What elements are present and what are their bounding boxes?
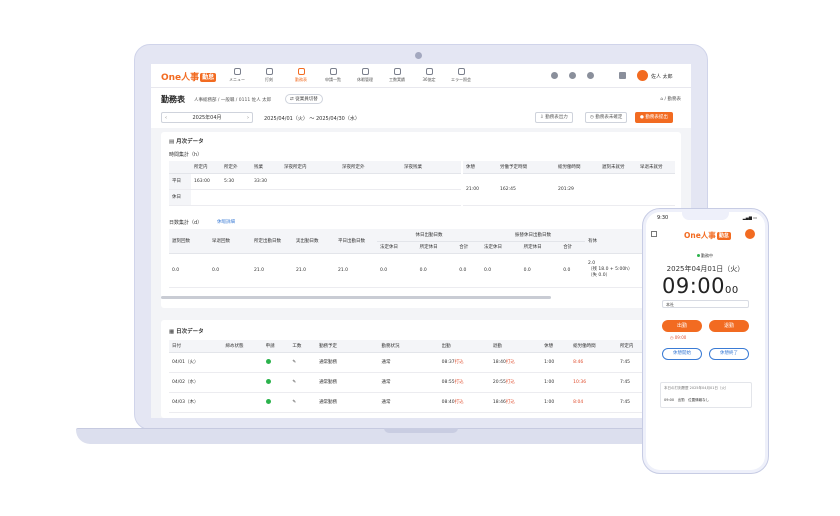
nav-menu[interactable]: メニュー: [219, 68, 255, 83]
home-icon: [361, 68, 369, 75]
table-row: 0.0 0.0 21.0 21.0 21.0 0.0 0.0 0.0 0.0 0…: [169, 253, 675, 288]
laptop-notch: [384, 428, 458, 433]
days-summary-title: 日数集計（d）: [169, 220, 203, 226]
table-row: 休日: [169, 189, 461, 206]
breadcrumb: ⌂ / 勤務表: [660, 97, 681, 102]
clock-in-time-note: ◷ 09:00: [670, 335, 687, 340]
nav-workload[interactable]: 工数実績: [379, 68, 415, 83]
location-select[interactable]: 本社: [662, 300, 749, 308]
daily-table: 日付 締め状態 申請 工数 勤務予定 勤務状況 出勤 退勤 休憩 総労働時間 所…: [169, 340, 675, 413]
nav-requests[interactable]: 申請一覧: [315, 68, 351, 83]
clock-icon: [265, 68, 273, 75]
pencil-icon[interactable]: ✎: [292, 380, 296, 385]
avatar[interactable]: [637, 70, 648, 81]
list-item: 09:00 出勤 位置情報なし: [664, 398, 710, 402]
calendar-icon: [297, 68, 305, 75]
grid-icon[interactable]: [651, 231, 657, 237]
page-header: 勤務表 人事総務部 / 一般職 / 0111 佐人 太郎 ⇄ 従業員切替 ⌂ /…: [151, 88, 691, 128]
phone-clock: 09:0000: [662, 274, 739, 298]
month-selector[interactable]: ‹ 2025年04月 ›: [161, 112, 253, 123]
clock-in-button[interactable]: 出勤: [662, 320, 702, 332]
break-start-button[interactable]: 休憩開始: [662, 348, 702, 360]
grid-icon[interactable]: [619, 72, 626, 79]
gear-icon[interactable]: [551, 72, 558, 79]
horizontal-scrollbar[interactable]: [161, 296, 551, 299]
daily-card: ▦ 日次データ 日付 締め状態 申請 工数 勤務予定 勤務状況 出勤 退勤 休憩…: [161, 320, 681, 418]
table-row: 21:00 162:45 201:29: [463, 173, 675, 206]
table-row[interactable]: 04/02（水） ✎ 通常勤務 通常 08:55打込 20:55打込 1:00 …: [169, 372, 675, 393]
home-icon[interactable]: ⌂: [660, 97, 663, 102]
laptop-screen: One人事 勤怠 メニュー 打刻 勤務表 申請一覧 休暇管理 工数実績 36協定 …: [151, 64, 691, 418]
approved-check-icon[interactable]: [265, 378, 271, 384]
nav-36-agreement[interactable]: 36協定: [411, 68, 447, 83]
phone-time: 9:30: [657, 215, 669, 221]
pencil-icon[interactable]: ✎: [292, 360, 296, 365]
phone-notch: [682, 212, 729, 220]
switch-employee-button[interactable]: ⇄ 従業員切替: [285, 94, 323, 104]
camera-icon: [415, 52, 422, 59]
page-title: 勤務表: [161, 95, 185, 104]
shield-icon: [425, 68, 433, 75]
table-row: 平日 163:00 5:30 33:30: [169, 173, 461, 190]
time-table-a: 所定内 所定外 残業 深夜所定内 深夜所定外 深夜残業 平日 163:00 5:…: [169, 161, 461, 206]
help-icon[interactable]: [587, 72, 594, 79]
monthly-section-title: ▤ 月次データ: [169, 139, 204, 145]
approved-check-icon[interactable]: [265, 358, 271, 364]
chevron-left-icon[interactable]: ‹: [165, 113, 167, 123]
document-icon: [329, 68, 337, 75]
time-table-b: 休憩 労働予定時間 総労働時間 遅刻未就労 早退未就労 21:00 162:45…: [463, 161, 675, 206]
daily-section-title: ▦ 日次データ: [169, 329, 204, 335]
days-table: 遅刻回数 早退回数 所定出勤日数 実出勤日数 平日出勤日数 休日出勤日数 振替休…: [169, 229, 675, 288]
chart-icon: [393, 68, 401, 75]
nav-timesheet[interactable]: 勤務表: [283, 68, 319, 83]
leave-detail-link[interactable]: 休暇詳細: [217, 219, 235, 225]
nav-errors[interactable]: エラー照会: [443, 68, 479, 83]
top-nav: One人事 勤怠 メニュー 打刻 勤務表 申請一覧 休暇管理 工数実績 36協定 …: [151, 64, 691, 88]
approved-check-icon[interactable]: [265, 398, 271, 404]
submit-button[interactable]: ● 勤務表提出: [635, 112, 673, 123]
alert-icon: [457, 68, 465, 75]
phone-screen: 9:30 ▂▄▆ ▭ One人事 勤怠 勤務中 2025年04月01日（火） 09…: [646, 212, 765, 470]
grid-icon: [233, 68, 241, 75]
nav-punch[interactable]: 打刻: [251, 68, 287, 83]
time-summary-title: 時間集計（h）: [169, 152, 203, 158]
app-logo[interactable]: One人事 勤怠: [161, 70, 217, 83]
unconfirm-button[interactable]: ◷ 勤務表未確定: [585, 112, 628, 123]
nav-leave[interactable]: 休暇管理: [347, 68, 383, 83]
signal-battery-icon: ▂▄▆ ▭: [742, 215, 757, 220]
pencil-icon[interactable]: ✎: [292, 400, 296, 405]
work-status: 勤務中: [697, 253, 713, 259]
user-name[interactable]: 佐人 太郎: [651, 73, 673, 80]
date-range: 2025/04/01（火） 〜 2025/04/30（水）: [264, 116, 360, 122]
table-row[interactable]: 04/03（木） ✎ 通常勤務 通常 08:40打込 18:46打込 1:00 …: [169, 392, 675, 413]
phone-logo: One人事 勤怠: [684, 231, 731, 240]
employee-breadcrumb: 人事総務部 / 一般職 / 0111 佐人 太郎: [194, 98, 272, 103]
chevron-right-icon[interactable]: ›: [247, 113, 249, 123]
phone-date: 2025年04月01日（火）: [666, 265, 745, 273]
paid-leave-cell: 2.0 （残 18.0 + 5:00h） （失 0.0）: [585, 253, 641, 288]
monthly-card: ▤ 月次データ 時間集計（h） 所定内 所定外 残業 深夜所定内 深夜所定外 深…: [161, 132, 681, 308]
table-row[interactable]: 04/01（火） ✎ 通常勤務 通常 08:37打込 18:40打込 1:00 …: [169, 352, 675, 373]
export-button[interactable]: ⇩ 勤務表出力: [535, 112, 573, 123]
bell-icon[interactable]: [569, 72, 576, 79]
status-dot-icon: [697, 254, 700, 257]
avatar[interactable]: [745, 229, 755, 239]
break-end-button[interactable]: 休憩終了: [709, 348, 749, 360]
clock-out-button[interactable]: 退勤: [709, 320, 749, 332]
punch-history: 本日の打刻履歴 2025年04月01日（火） 09:00 出勤 位置情報なし: [660, 382, 752, 408]
